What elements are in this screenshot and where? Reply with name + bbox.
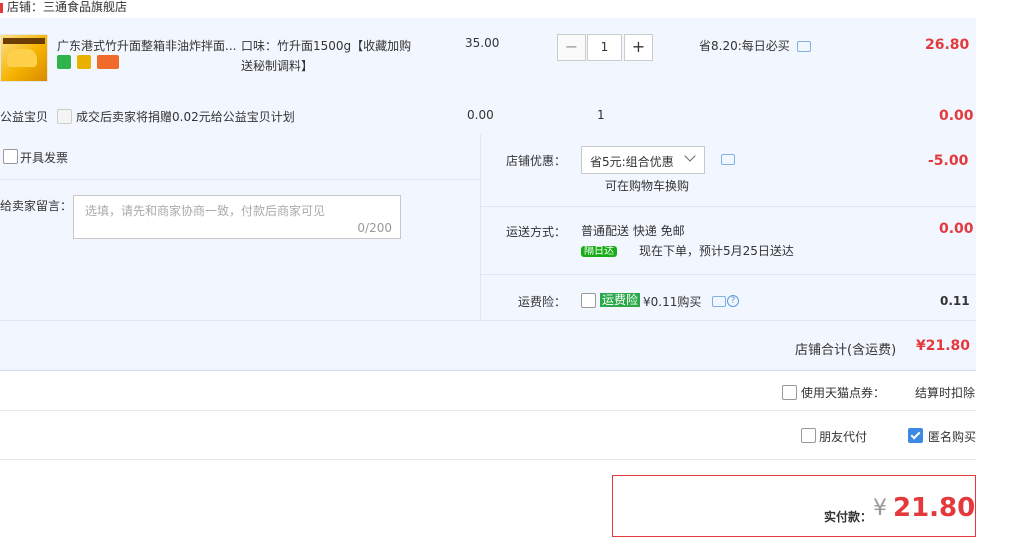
shipping-method: 普通配送 快递 免邮 — [581, 224, 685, 238]
discount-hint: 可在购物车换购 — [605, 179, 690, 193]
anonymous-checkbox[interactable] — [908, 428, 923, 443]
insurance-checkbox[interactable] — [581, 293, 596, 308]
item-spec-line1: 口味：竹升面1500g【收藏加购 — [241, 39, 412, 53]
discount-amount: -5.00 — [928, 153, 969, 169]
quantity-input[interactable]: 1 — [587, 34, 622, 61]
credit-card-icon — [97, 55, 119, 69]
shipping-amount: 0.00 — [939, 221, 974, 237]
product-thumbnail[interactable] — [0, 34, 48, 82]
panel-row-divider — [481, 274, 976, 275]
panel-row-divider — [0, 179, 480, 180]
insurance-tag: 运费险 — [600, 292, 641, 308]
shop-total-amount: ¥21.80 — [916, 338, 971, 354]
tmall-7day-icon — [57, 55, 71, 69]
guarantee-icon — [77, 55, 91, 69]
insurance-label: 运费险： — [518, 295, 567, 309]
chat-icon[interactable] — [721, 154, 735, 165]
product-title-link[interactable]: 广东港式竹升面整箱非油炸拌面... — [57, 37, 237, 54]
panel-row-divider — [0, 320, 976, 321]
shop-discount-select[interactable]: 省5元:组合优惠 — [581, 146, 705, 174]
message-label: 给卖家留言： — [0, 199, 73, 213]
points-checkbox[interactable] — [782, 385, 797, 400]
order-options-panel — [0, 134, 976, 371]
chat-icon[interactable] — [797, 41, 811, 52]
invoice-label: 开具发票 — [20, 151, 69, 165]
discount-selected-value: 省5元:组合优惠 — [590, 155, 674, 169]
charity-total: 0.00 — [939, 108, 974, 124]
panel-row-divider — [481, 206, 976, 207]
charity-description: 成交后卖家将捐赠0.02元给公益宝贝计划 — [76, 110, 295, 124]
row-divider — [0, 410, 976, 411]
invoice-checkbox[interactable] — [3, 149, 18, 164]
shipping-eta: 现在下单，预计5月25日送达 — [639, 244, 794, 258]
shop-total-label: 店铺合计(含运费) — [795, 343, 897, 358]
insurance-price: ¥0.11购买 — [643, 295, 702, 309]
chevron-down-icon — [684, 150, 696, 162]
item-unit-price: 35.00 — [465, 36, 500, 50]
shop-name-link[interactable]: 店铺：三通食品旗舰店 — [7, 0, 127, 14]
next-day-badge-text: 隔日达 — [581, 246, 617, 257]
thumb-label-strip — [3, 38, 45, 44]
insurance-tag-text: 运费险 — [600, 293, 641, 307]
thumb-noodle-icon — [7, 49, 37, 67]
item-spec-line2: 送秘制调料】 — [241, 59, 314, 73]
shop-header: 店铺：三通食品旗舰店 — [0, 0, 127, 16]
chat-icon[interactable] — [712, 296, 726, 307]
points-label: 使用天猫点券： — [801, 386, 886, 400]
shipping-label: 运送方式： — [506, 225, 567, 239]
quantity-plus-button[interactable]: + — [624, 34, 653, 61]
help-icon[interactable]: ? — [727, 295, 739, 307]
charity-checkbox[interactable] — [57, 109, 72, 124]
friend-pay-checkbox[interactable] — [801, 428, 816, 443]
charity-qty: 1 — [597, 108, 605, 122]
pay-amount: 21.80 — [893, 493, 976, 523]
row-divider — [0, 459, 976, 460]
pay-label: 实付款： — [824, 510, 873, 524]
charity-label: 公益宝贝 — [0, 110, 49, 124]
seller-message-input[interactable]: 选填，请先和商家协商一致，付款后商家可见 0/200 — [73, 195, 401, 239]
message-placeholder: 选填，请先和商家协商一致，付款后商家可见 — [85, 204, 326, 218]
pay-currency: ¥ — [873, 496, 887, 521]
friend-pay-label: 朋友代付 — [819, 430, 868, 444]
message-counter: 0/200 — [357, 221, 392, 235]
item-promo-text: 省8.20:每日必买 — [699, 39, 790, 53]
quantity-minus-button[interactable]: − — [557, 34, 586, 61]
anonymous-label: 匿名购买 — [928, 430, 977, 444]
item-total-price: 26.80 — [925, 37, 970, 53]
pay-summary-box: 实付款： ¥ 21.80 — [612, 475, 976, 537]
points-note: 结算时扣除 — [915, 386, 976, 400]
insurance-amount: 0.11 — [940, 294, 970, 308]
shop-discount-label: 店铺优惠： — [506, 154, 567, 168]
charity-price: 0.00 — [467, 108, 494, 122]
panel-divider — [480, 134, 481, 320]
shop-mark-icon — [0, 2, 3, 13]
next-day-badge: 隔日达 — [581, 243, 617, 258]
